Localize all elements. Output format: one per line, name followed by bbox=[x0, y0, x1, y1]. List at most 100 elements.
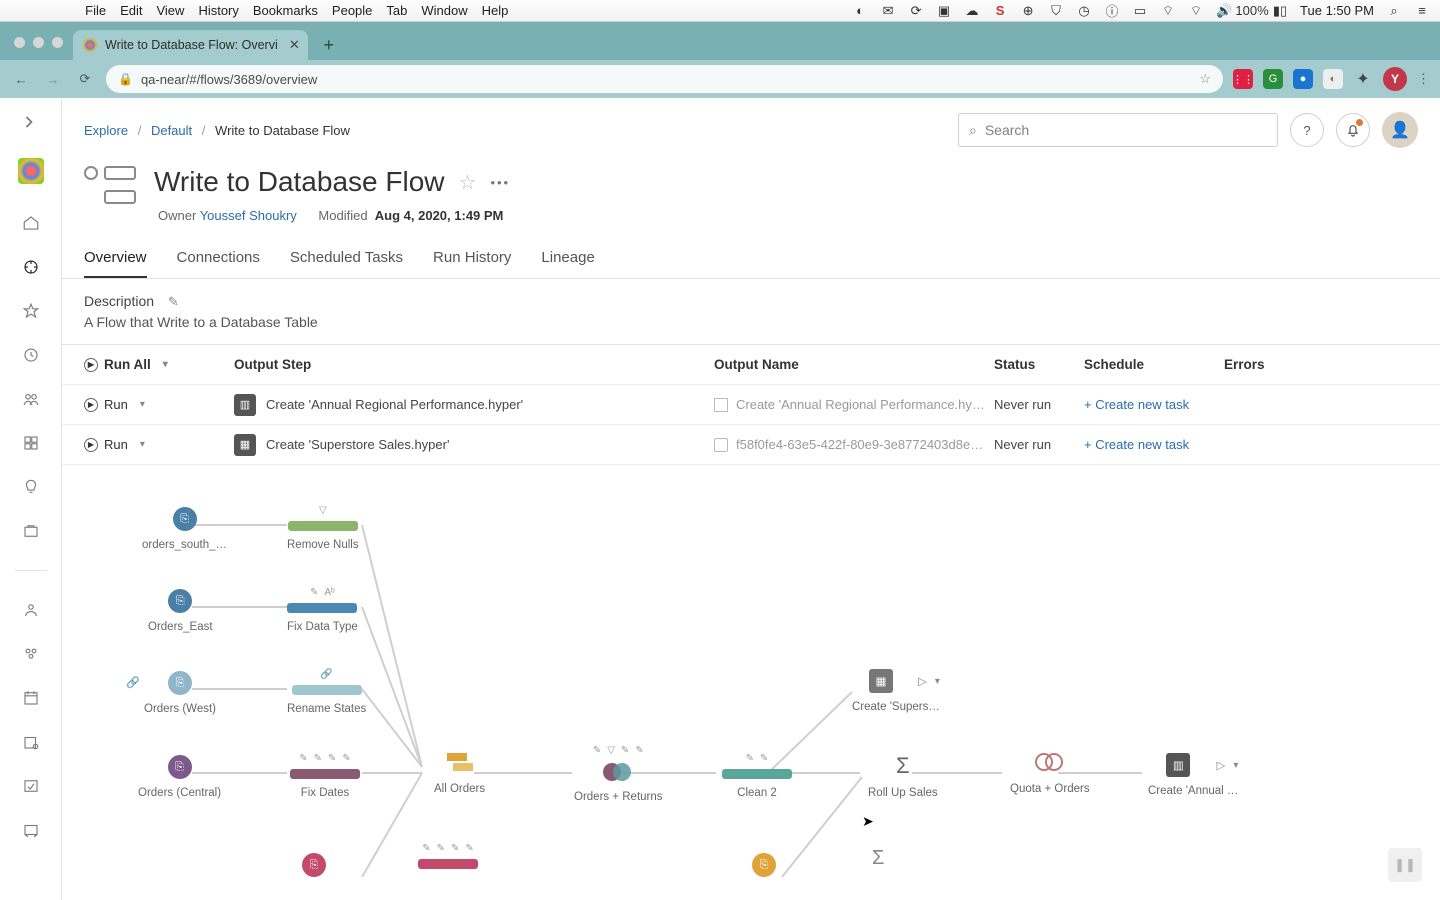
output-name[interactable]: f58f0fe4-63e5-422f-80e9-3e8772403d8e (… bbox=[736, 437, 986, 452]
search-input[interactable]: ⌕ Search bbox=[958, 113, 1278, 147]
extension-icon[interactable]: ◐ bbox=[1323, 69, 1343, 89]
nav-shared-icon[interactable] bbox=[20, 388, 42, 410]
reload-button[interactable]: ⟳ bbox=[74, 68, 96, 90]
flow-node-join[interactable]: ✎▽✎✎ Orders + Returns bbox=[574, 745, 663, 803]
status-icon[interactable]: ◐ bbox=[852, 3, 868, 19]
tab-scheduled-tasks[interactable]: Scheduled Tasks bbox=[290, 249, 403, 278]
flow-node-input[interactable]: ⎘ Orders (Central) bbox=[138, 755, 221, 799]
extension-icon[interactable]: ⋮⋮ bbox=[1233, 69, 1253, 89]
nav-status-icon[interactable] bbox=[20, 775, 42, 797]
run-output-icon[interactable]: ▷ bbox=[1217, 758, 1226, 772]
menubar-clock[interactable]: Tue 1:50 PM bbox=[1300, 3, 1374, 18]
browser-tab[interactable]: Write to Database Flow: Overvi ✕ bbox=[73, 30, 308, 60]
tab-connections[interactable]: Connections bbox=[177, 249, 260, 278]
expand-nav-button[interactable] bbox=[19, 112, 43, 136]
menu-file[interactable]: File bbox=[85, 3, 106, 18]
extension-icon[interactable]: ● bbox=[1293, 69, 1313, 89]
run-button[interactable]: ▶ Run ▾ bbox=[84, 397, 145, 412]
tab-run-history[interactable]: Run History bbox=[433, 249, 511, 278]
flow-canvas[interactable]: ⎘ orders_south_… ⎘ Orders_East 🔗 ⎘ Order… bbox=[62, 477, 1440, 900]
flow-node-clean[interactable]: ✎✎✎✎ bbox=[418, 843, 478, 869]
nav-jobs-icon[interactable] bbox=[20, 731, 42, 753]
status-icon[interactable]: ◷ bbox=[1076, 3, 1092, 19]
flow-node-input[interactable]: ⎘ Orders_East bbox=[148, 589, 213, 633]
output-step-name[interactable]: Create 'Annual Regional Performance.hype… bbox=[266, 397, 523, 412]
nav-recommendations-icon[interactable] bbox=[20, 476, 42, 498]
control-center-icon[interactable]: ≡ bbox=[1414, 3, 1430, 19]
flow-node-output[interactable]: ▥ ▷ ▾ Create 'Annual … bbox=[1148, 753, 1238, 797]
more-actions-button[interactable]: ••• bbox=[490, 175, 510, 190]
status-icon[interactable]: ⟳ bbox=[908, 3, 924, 19]
nav-home-icon[interactable] bbox=[20, 212, 42, 234]
owner-link[interactable]: Youssef Shoukry bbox=[200, 208, 297, 223]
profile-avatar[interactable]: Y bbox=[1383, 67, 1407, 91]
nav-users-icon[interactable] bbox=[20, 599, 42, 621]
bluetooth-icon[interactable]: ⌔ bbox=[1160, 3, 1176, 19]
forward-button[interactable]: → bbox=[42, 68, 64, 90]
tab-lineage[interactable]: Lineage bbox=[541, 249, 594, 278]
edit-description-icon[interactable]: ✎ bbox=[168, 294, 179, 309]
chrome-menu-icon[interactable]: ⋮ bbox=[1417, 71, 1430, 87]
run-button[interactable]: ▶ Run ▾ bbox=[84, 437, 145, 452]
flow-node-clean[interactable]: ✎Aᵇ Fix Data Type bbox=[287, 587, 358, 633]
menu-tab[interactable]: Tab bbox=[386, 3, 407, 18]
flow-node-clean[interactable]: ✎✎ Clean 2 bbox=[722, 753, 792, 799]
chevron-down-icon[interactable]: ▾ bbox=[140, 439, 145, 450]
nav-schedules-icon[interactable] bbox=[20, 687, 42, 709]
status-icon[interactable]: ⛉ bbox=[1048, 3, 1064, 19]
flow-node-output[interactable]: ▦ ▷ ▾ Create 'Supers… bbox=[852, 669, 940, 713]
chevron-down-icon[interactable]: ▾ bbox=[935, 676, 940, 687]
nav-recents-icon[interactable] bbox=[20, 344, 42, 366]
flow-node-clean[interactable]: ▽ Remove Nulls bbox=[287, 505, 359, 551]
run-all-button[interactable]: ▶ Run All ▾ bbox=[84, 357, 168, 372]
flow-node-input[interactable]: ⎘ bbox=[302, 853, 326, 877]
menu-bookmarks[interactable]: Bookmarks bbox=[253, 3, 318, 18]
status-icon[interactable]: ⊕ bbox=[1020, 3, 1036, 19]
menu-window[interactable]: Window bbox=[421, 3, 467, 18]
nav-explore-icon[interactable] bbox=[20, 256, 42, 278]
flow-node-union[interactable]: All Orders bbox=[434, 753, 485, 795]
user-avatar[interactable]: 👤 bbox=[1382, 112, 1418, 148]
tableau-logo-icon[interactable] bbox=[18, 158, 44, 184]
new-tab-button[interactable]: + bbox=[316, 32, 342, 58]
window-controls[interactable] bbox=[14, 37, 63, 48]
help-button[interactable]: ? bbox=[1290, 113, 1324, 147]
wifi-icon[interactable]: ⌔ bbox=[1188, 3, 1204, 19]
flow-node-clean[interactable]: ✎✎✎✎ Fix Dates bbox=[290, 753, 360, 799]
chevron-down-icon[interactable]: ▾ bbox=[140, 399, 145, 410]
flow-node-input[interactable]: ⎘ orders_south_… bbox=[142, 507, 227, 551]
favorite-toggle[interactable]: ☆ bbox=[459, 170, 477, 195]
close-tab-icon[interactable]: ✕ bbox=[289, 37, 300, 53]
pause-recording-button[interactable]: ❚❚ bbox=[1388, 848, 1422, 882]
nav-favorites-icon[interactable] bbox=[20, 300, 42, 322]
status-icon[interactable]: ☁ bbox=[964, 3, 980, 19]
volume-icon[interactable]: 🔊 bbox=[1216, 3, 1232, 19]
address-bar[interactable]: 🔒 qa-near/#/flows/3689/overview ☆ bbox=[106, 65, 1223, 93]
create-task-link[interactable]: + Create new task bbox=[1084, 437, 1189, 452]
flow-node-aggregate[interactable]: Σ Roll Up Sales bbox=[868, 753, 938, 799]
flow-node-input[interactable]: ⎘ bbox=[752, 853, 776, 877]
tab-overview[interactable]: Overview bbox=[84, 249, 147, 278]
run-output-icon[interactable]: ▷ bbox=[918, 674, 927, 688]
menu-edit[interactable]: Edit bbox=[120, 3, 142, 18]
nav-collections-icon[interactable] bbox=[20, 432, 42, 454]
back-button[interactable]: ← bbox=[10, 68, 32, 90]
output-name[interactable]: Create 'Annual Regional Performance.hype… bbox=[736, 397, 986, 412]
status-icon[interactable]: ⓘ bbox=[1104, 3, 1120, 19]
extension-icon[interactable]: G bbox=[1263, 69, 1283, 89]
menu-history[interactable]: History bbox=[198, 3, 238, 18]
nav-personal-icon[interactable] bbox=[20, 520, 42, 542]
battery-icon[interactable]: ▮▯ bbox=[1272, 3, 1288, 19]
output-step-name[interactable]: Create 'Superstore Sales.hyper' bbox=[266, 437, 449, 452]
flow-node-aggregate[interactable]: Σ bbox=[872, 847, 884, 870]
chevron-down-icon[interactable]: ▾ bbox=[1233, 760, 1238, 771]
flow-node-clean[interactable]: 🔗 Rename States bbox=[287, 669, 366, 715]
menu-people[interactable]: People bbox=[332, 3, 372, 18]
status-icon[interactable]: ▭ bbox=[1132, 3, 1148, 19]
breadcrumb-folder[interactable]: Default bbox=[151, 123, 192, 138]
status-icon[interactable]: ✉ bbox=[880, 3, 896, 19]
extensions-menu-icon[interactable]: ✦ bbox=[1353, 69, 1373, 89]
nav-settings-icon[interactable] bbox=[20, 819, 42, 841]
star-icon[interactable]: ☆ bbox=[1199, 71, 1211, 87]
menu-help[interactable]: Help bbox=[482, 3, 509, 18]
